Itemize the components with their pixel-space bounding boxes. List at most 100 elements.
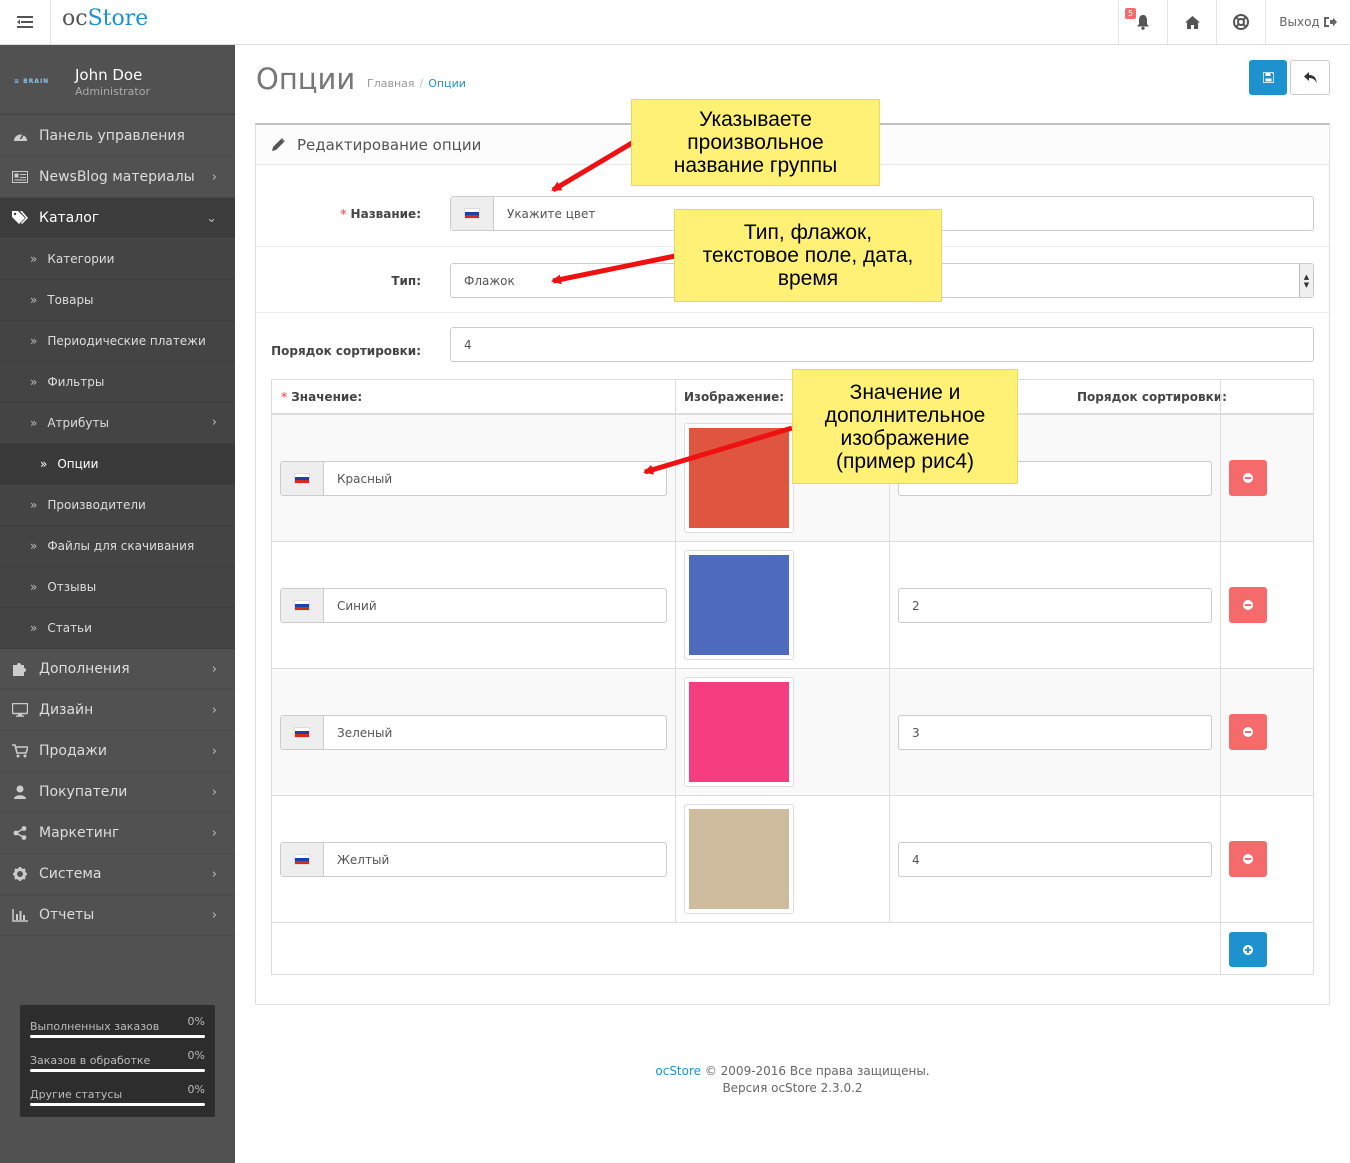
- value-name-input[interactable]: Синий: [280, 588, 667, 623]
- value-sort-text: 2: [912, 598, 920, 613]
- reply-icon: [1303, 72, 1316, 83]
- chevron-right-icon: ›: [211, 703, 217, 718]
- stat-progress-bar: [30, 1103, 205, 1106]
- remove-value-button[interactable]: [1229, 714, 1267, 750]
- double-chevron-icon: »: [30, 580, 38, 594]
- double-chevron-icon: »: [30, 498, 38, 512]
- value-name-text: Синий: [337, 598, 377, 613]
- breadcrumb-options[interactable]: Опции: [428, 77, 466, 90]
- menu-toggle-button[interactable]: [0, 0, 51, 44]
- logo[interactable]: ocStore: [62, 6, 148, 31]
- stat-completed: Выполненных заказов 0%: [30, 1015, 205, 1049]
- stat-percent: 0%: [187, 1015, 205, 1028]
- desktop-icon: [12, 703, 28, 717]
- russian-flag-icon: [281, 462, 324, 495]
- remove-value-button[interactable]: [1229, 460, 1267, 496]
- breadcrumb-home[interactable]: Главная: [367, 77, 415, 90]
- notifications-button[interactable]: 5: [1118, 0, 1167, 44]
- chevron-right-icon: ›: [211, 415, 217, 430]
- sidebar-item-system[interactable]: Система ›: [0, 854, 235, 895]
- sidebar-item-newsblog[interactable]: NewsBlog материалы ›: [0, 157, 235, 198]
- chevron-right-icon: ›: [211, 826, 217, 841]
- logo-text-store: Store: [87, 6, 149, 31]
- name-label-text: Название:: [350, 207, 421, 221]
- value-image-thumbnail[interactable]: [684, 804, 794, 914]
- back-button[interactable]: [1290, 60, 1330, 95]
- sidebar-item-catalog[interactable]: Каталог ⌄: [0, 198, 235, 239]
- home-button[interactable]: [1167, 0, 1216, 44]
- russian-flag-icon: [451, 197, 494, 230]
- annotation-note-name: Указываете произвольное название группы: [631, 99, 880, 186]
- swatch-blue: [689, 555, 789, 655]
- chevron-right-icon: ›: [211, 785, 217, 800]
- sidebar-subitem-reviews[interactable]: » Отзывы: [0, 567, 235, 608]
- top-header: ocStore 5 Выход: [0, 0, 1350, 45]
- sidebar-item-dashboard[interactable]: Панель управления: [0, 116, 235, 157]
- sign-out-icon: [1323, 17, 1337, 27]
- sidebar-item-label: Покупатели: [39, 784, 128, 800]
- header-nav: 5 Выход: [1118, 0, 1350, 44]
- double-chevron-icon: »: [30, 375, 38, 389]
- sidebar-subitem-attributes[interactable]: » Атрибуты ›: [0, 403, 235, 444]
- chevron-right-icon: ›: [211, 867, 217, 882]
- floppy-disk-icon: [1262, 72, 1274, 83]
- swatch-red: [689, 428, 789, 528]
- swatch-beige: [689, 809, 789, 909]
- stat-processing: Заказов в обработке 0%: [30, 1049, 205, 1083]
- add-value-button[interactable]: [1229, 932, 1267, 967]
- user-icon: [12, 785, 28, 799]
- sidebar-subitem-manufacturers[interactable]: » Производители: [0, 485, 235, 526]
- value-image-thumbnail[interactable]: [684, 677, 794, 787]
- name-label: * Название:: [340, 207, 421, 221]
- sidebar-item-customers[interactable]: Покупатели ›: [0, 772, 235, 813]
- sidebar-subitem-options[interactable]: » Опции: [0, 444, 235, 485]
- logout-button[interactable]: Выход: [1265, 0, 1350, 44]
- value-image-thumbnail[interactable]: [684, 550, 794, 660]
- column-divider: [889, 415, 890, 923]
- sidebar-item-label: Дизайн: [39, 702, 94, 718]
- sidebar-subitem-filters[interactable]: » Фильтры: [0, 362, 235, 403]
- stat-label: Заказов в обработке: [30, 1054, 151, 1067]
- page-title: Опции: [256, 62, 356, 96]
- sidebar-item-extensions[interactable]: Дополнения ›: [0, 649, 235, 690]
- value-name-input[interactable]: Зеленый: [280, 715, 667, 750]
- value-name-input[interactable]: Желтый: [280, 842, 667, 877]
- help-button[interactable]: [1216, 0, 1265, 44]
- remove-value-button[interactable]: [1229, 587, 1267, 623]
- double-chevron-icon: »: [40, 457, 48, 471]
- value-name-text: Желтый: [337, 852, 390, 867]
- stat-percent: 0%: [187, 1049, 205, 1062]
- double-chevron-icon: »: [30, 252, 38, 266]
- sidebar-subitem-label: Отзывы: [47, 580, 97, 594]
- save-button[interactable]: [1249, 60, 1287, 95]
- sidebar-subitem-products[interactable]: » Товары: [0, 280, 235, 321]
- double-chevron-icon: »: [30, 539, 38, 553]
- sidebar-subitem-recurring[interactable]: » Периодические платежи: [0, 321, 235, 362]
- remove-value-button[interactable]: [1229, 841, 1267, 877]
- value-sort-text: 4: [912, 852, 920, 867]
- stat-progress-bar: [30, 1035, 205, 1038]
- value-image-thumbnail[interactable]: [684, 423, 794, 533]
- dashboard-icon: [12, 130, 28, 142]
- sort-order-input[interactable]: 4: [450, 327, 1314, 362]
- required-marker: *: [281, 390, 288, 404]
- double-chevron-icon: »: [30, 416, 38, 430]
- sidebar-item-sales[interactable]: Продажи ›: [0, 731, 235, 772]
- breadcrumb: Главная / Опции: [367, 77, 466, 90]
- type-label: Тип:: [391, 274, 421, 288]
- user-profile[interactable]: ≡ BRAIN John Doe Administrator: [0, 45, 235, 115]
- value-sort-input[interactable]: 3: [898, 715, 1212, 750]
- value-name-input[interactable]: Красный: [280, 461, 667, 496]
- sidebar-item-marketing[interactable]: Маркетинг ›: [0, 813, 235, 854]
- value-sort-input[interactable]: 2: [898, 588, 1212, 623]
- double-chevron-icon: »: [30, 621, 38, 635]
- sidebar-subitem-articles[interactable]: » Статьи: [0, 608, 235, 649]
- sidebar-subitem-downloads[interactable]: » Файлы для скачивания: [0, 526, 235, 567]
- value-sort-input[interactable]: 4: [898, 842, 1212, 877]
- footer-link[interactable]: ocStore: [655, 1064, 701, 1078]
- sidebar-subitem-label: Атрибуты: [47, 416, 109, 430]
- sidebar-subitem-categories[interactable]: » Категории: [0, 239, 235, 280]
- sidebar-item-label: Каталог: [39, 210, 100, 226]
- sidebar-item-design[interactable]: Дизайн ›: [0, 690, 235, 731]
- sidebar-item-reports[interactable]: Отчеты ›: [0, 895, 235, 936]
